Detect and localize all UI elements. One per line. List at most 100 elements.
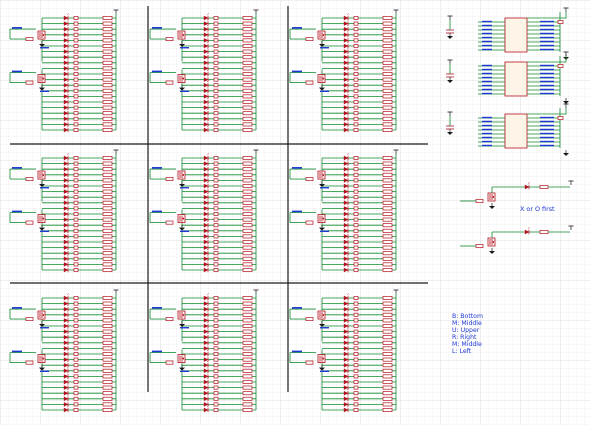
resistor-symbol-icon: [102, 402, 113, 407]
resistor-symbol-icon: [213, 60, 219, 65]
net-label-tag: [152, 27, 162, 29]
resistor-symbol-icon: [242, 116, 253, 121]
net-label-tag: [540, 144, 554, 147]
resistor-symbol-icon: [382, 402, 393, 407]
resistor-symbol-icon: [242, 262, 253, 267]
mosfet-symbol-icon: [177, 354, 186, 364]
resistor-symbol-icon: [102, 256, 113, 261]
resistor-symbol-icon: [73, 94, 79, 99]
mosfet-symbol-icon: [317, 214, 326, 224]
resistor-symbol-icon: [73, 256, 79, 261]
resistor-symbol-icon: [73, 83, 79, 88]
net-label-tag: [540, 116, 554, 119]
resistor-symbol-icon: [73, 363, 79, 368]
resistor-symbol-icon: [353, 128, 359, 132]
resistor-symbol-icon: [73, 296, 79, 300]
resistor-symbol-icon: [242, 256, 253, 261]
legend-line: B: Bottom: [452, 313, 483, 320]
net-label-tag: [482, 80, 492, 83]
resistor-symbol-icon: [353, 240, 359, 244]
resistor-symbol-icon: [242, 301, 253, 306]
resistor-symbol-icon: [73, 340, 79, 345]
resistor-symbol-icon: [73, 352, 79, 356]
net-label-tag: [320, 230, 329, 232]
net-label-tag: [540, 140, 554, 143]
resistor-symbol-icon: [213, 374, 219, 379]
resistor-symbol-icon: [25, 177, 34, 181]
net-label-tag: [40, 90, 49, 92]
resistor-symbol-icon: [102, 72, 113, 76]
net-label-tag: [292, 167, 302, 169]
resistor-symbol-icon: [353, 200, 359, 205]
resistor-symbol-icon: [353, 340, 359, 345]
resistor-symbol-icon: [353, 94, 359, 99]
resistor-symbol-icon: [382, 234, 393, 239]
resistor-symbol-icon: [102, 116, 113, 121]
net-label-tag: [40, 327, 49, 329]
resistor-symbol-icon: [353, 212, 359, 216]
mosfet-symbol-icon: [37, 214, 46, 224]
resistor-symbol-icon: [73, 217, 79, 222]
resistor-symbol-icon: [242, 184, 253, 188]
resistor-symbol-icon: [242, 380, 253, 384]
mosfet-symbol-icon: [177, 310, 186, 320]
resistor-symbol-icon: [102, 335, 113, 340]
resistor-symbol-icon: [73, 251, 79, 256]
resistor-symbol-icon: [382, 385, 393, 390]
resistor-symbol-icon: [242, 217, 253, 222]
net-label-tag: [152, 167, 162, 169]
mosfet-symbol-icon: [317, 354, 326, 364]
resistor-symbol-icon: [73, 318, 79, 323]
resistor-symbol-icon: [353, 268, 359, 272]
resistor-symbol-icon: [102, 16, 113, 20]
net-label-tag: [540, 132, 554, 135]
resistor-symbol-icon: [102, 77, 113, 82]
resistor-symbol-icon: [73, 44, 79, 48]
resistor-symbol-icon: [382, 346, 393, 351]
resistor-symbol-icon: [102, 324, 113, 328]
resistor-symbol-icon: [102, 83, 113, 88]
resistor-symbol-icon: [25, 317, 34, 321]
net-label-tag: [482, 32, 492, 35]
resistor-symbol-icon: [242, 352, 253, 356]
resistor-symbol-icon: [305, 177, 314, 181]
resistor-symbol-icon: [73, 38, 79, 43]
resistor-symbol-icon: [242, 32, 253, 37]
resistor-symbol-icon: [242, 94, 253, 99]
resistor-symbol-icon: [382, 206, 393, 211]
resistor-symbol-icon: [102, 128, 113, 132]
resistor-symbol-icon: [73, 357, 79, 362]
resistor-symbol-icon: [353, 385, 359, 390]
net-label-tag: [320, 187, 329, 189]
resistor-symbol-icon: [213, 88, 219, 93]
resistor-symbol-icon: [382, 380, 393, 384]
resistor-symbol-icon: [213, 251, 219, 256]
resistor-symbol-icon: [213, 178, 219, 183]
resistor-symbol-icon: [73, 374, 79, 379]
resistor-symbol-icon: [213, 189, 219, 194]
resistor-symbol-icon: [382, 184, 393, 188]
resistor-symbol-icon: [353, 66, 359, 71]
resistor-symbol-icon: [102, 217, 113, 222]
resistor-symbol-icon: [242, 128, 253, 132]
resistor-symbol-icon: [73, 16, 79, 20]
resistor-symbol-icon: [213, 296, 219, 300]
net-label-tag: [180, 47, 189, 49]
resistor-symbol-icon: [242, 385, 253, 390]
net-label-tag: [482, 132, 492, 135]
resistor-symbol-icon: [73, 72, 79, 76]
resistor-symbol-icon: [73, 55, 79, 60]
mosfet-symbol-icon: [37, 74, 46, 83]
resistor-symbol-icon: [73, 200, 79, 205]
resistor-symbol-icon: [353, 156, 359, 160]
resistor-symbol-icon: [242, 335, 253, 340]
net-label-tag: [40, 187, 49, 189]
mosfet-symbol-icon: [317, 170, 326, 180]
net-label-tag: [540, 124, 554, 127]
resistor-symbol-icon: [382, 408, 393, 412]
resistor-symbol-icon: [242, 312, 253, 317]
resistor-symbol-icon: [382, 396, 393, 401]
resistor-symbol-icon: [382, 116, 393, 121]
resistor-symbol-icon: [213, 368, 219, 373]
resistor-symbol-icon: [242, 251, 253, 256]
